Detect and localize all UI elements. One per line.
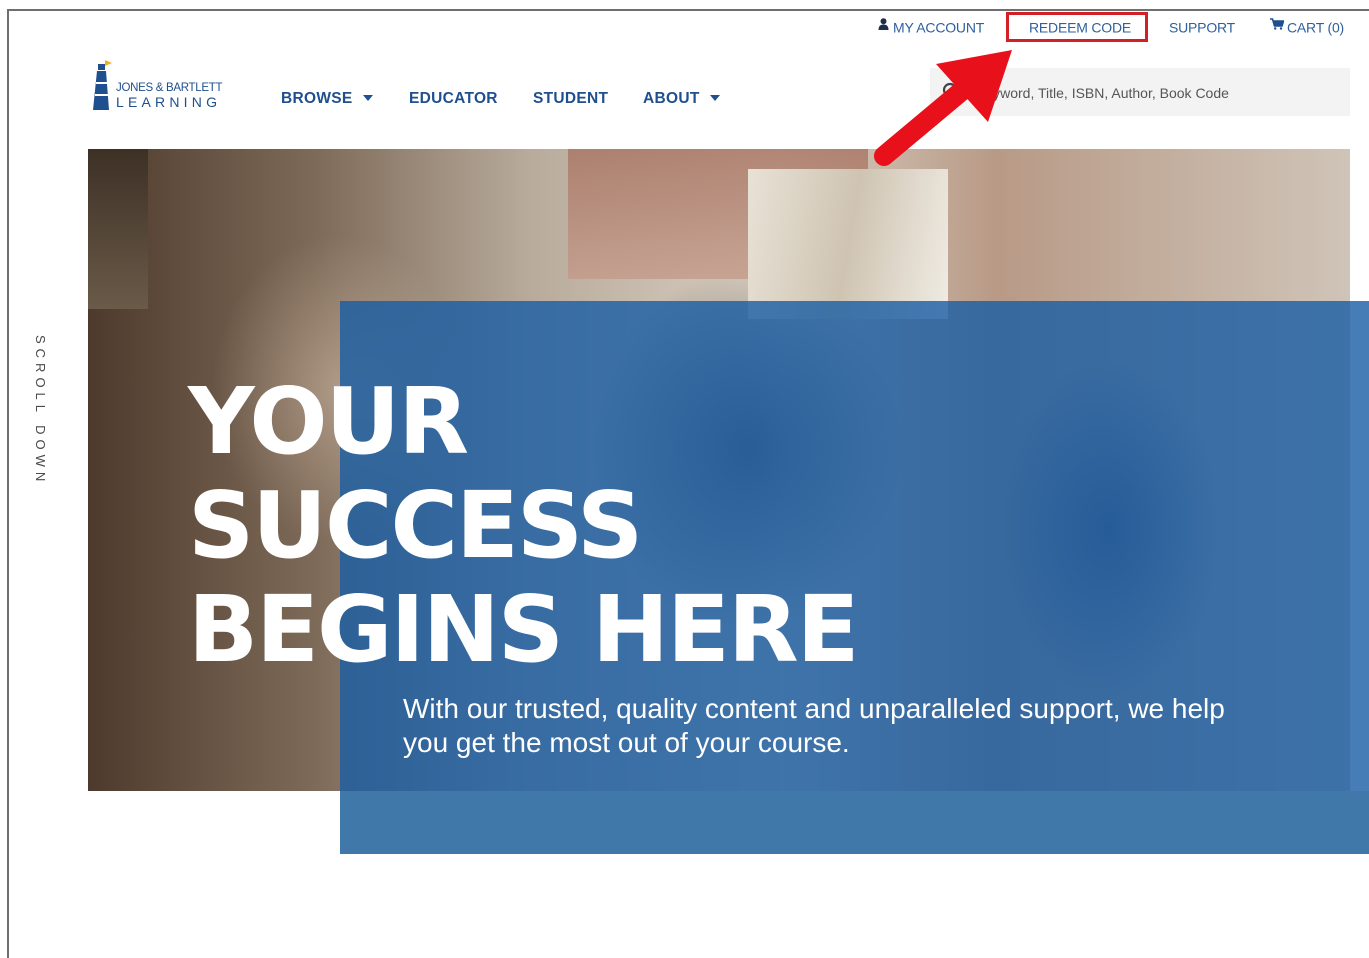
lighthouse-icon [93,60,112,110]
logo-line1: JONES & BARTLETT [116,82,223,94]
caret-down-icon [362,95,373,101]
logo-line2: LEARNING [116,94,222,110]
scroll-down-hint[interactable]: SCROLL DOWN [32,335,48,486]
hero-headline-line: BEGINS HERE [188,576,860,683]
hero-bookshelf [88,149,148,309]
jones-bartlett-logo[interactable]: JONES & BARTLETT LEARNING [92,60,242,112]
hero-overlay-footer [340,791,1369,854]
nav-educator-label: EDUCATOR [409,90,498,107]
nav-about-label: ABOUT [643,90,700,107]
nav-student-label: STUDENT [533,90,609,107]
nav-educator[interactable]: EDUCATOR [409,90,498,108]
nav-browse-label: BROWSE [281,90,353,107]
search-input[interactable] [974,78,1338,108]
cart-label: CART (0) [1287,19,1345,36]
red-pointer-arrow-icon [874,50,1012,166]
my-account-link[interactable]: MY ACCOUNT [878,18,984,38]
nav-student[interactable]: STUDENT [533,90,608,108]
redeem-code-link[interactable]: REDEEM CODE [1029,18,1131,38]
hero-headline: YOUR SUCCESS BEGINS HERE [188,368,860,683]
support-label: SUPPORT [1169,19,1236,36]
hero-books [748,169,948,319]
cart-icon [1270,18,1284,30]
hero-subtext: With our trusted, quality content and un… [403,693,1225,758]
cart-link[interactable]: CART (0) [1270,18,1344,38]
support-link[interactable]: SUPPORT [1169,18,1235,38]
hero-headline-line: SUCCESS [188,472,643,579]
my-account-label: MY ACCOUNT [893,19,985,36]
nav-browse[interactable]: BROWSE [281,90,373,108]
caret-down-icon [709,95,720,101]
user-icon [878,18,889,30]
hero-headline-line: YOUR [188,368,469,475]
redeem-code-label: REDEEM CODE [1029,19,1132,36]
nav-about[interactable]: ABOUT [643,90,720,108]
